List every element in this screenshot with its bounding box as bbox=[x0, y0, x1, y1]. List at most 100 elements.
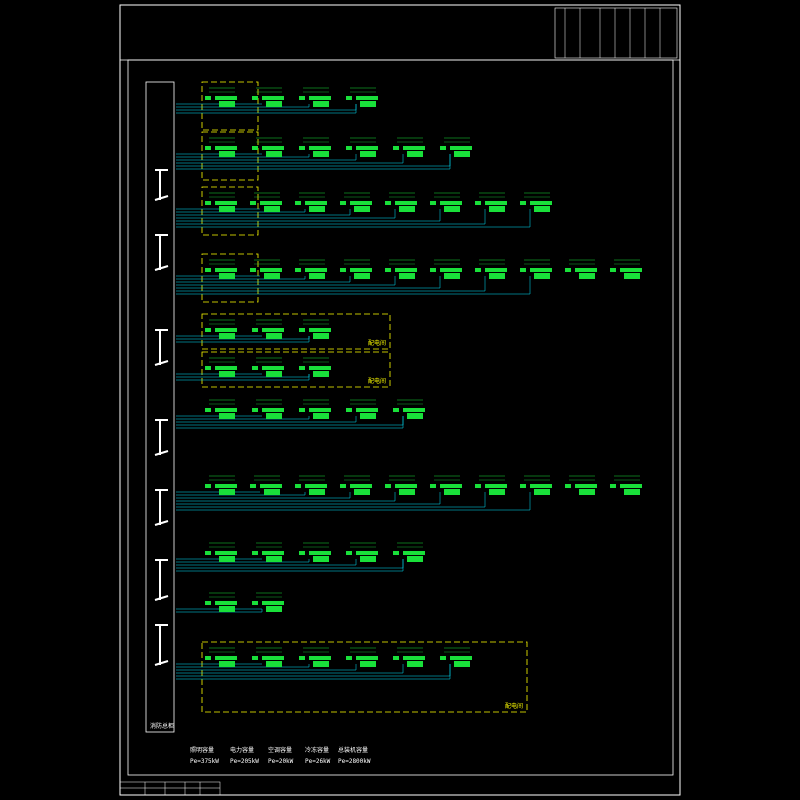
distribution-box[interactable] bbox=[393, 647, 425, 667]
distribution-box[interactable] bbox=[340, 475, 372, 495]
distribution-box[interactable] bbox=[340, 192, 372, 212]
distribution-box[interactable] bbox=[299, 399, 331, 419]
section-1 bbox=[176, 81, 378, 131]
panel-symbol bbox=[360, 556, 376, 562]
feeder-cable bbox=[176, 104, 310, 108]
distribution-box[interactable] bbox=[299, 87, 331, 107]
panel-symbol bbox=[399, 489, 415, 495]
distribution-box[interactable] bbox=[520, 259, 552, 279]
section-8 bbox=[176, 475, 642, 511]
panel-symbol bbox=[219, 556, 235, 562]
panel-symbol bbox=[454, 151, 470, 157]
distribution-box[interactable] bbox=[295, 475, 327, 495]
distribution-box[interactable] bbox=[385, 192, 417, 212]
panel-symbol bbox=[266, 661, 282, 667]
panel-symbol bbox=[579, 489, 595, 495]
distribution-box[interactable] bbox=[299, 137, 331, 157]
panel-symbol bbox=[313, 413, 329, 419]
bus-glyph bbox=[154, 489, 169, 526]
distribution-box[interactable] bbox=[346, 399, 378, 419]
panel-symbol bbox=[489, 273, 505, 279]
distribution-box[interactable] bbox=[430, 259, 462, 279]
panel-symbol bbox=[219, 606, 235, 612]
distribution-box[interactable] bbox=[299, 357, 331, 377]
distribution-box[interactable] bbox=[295, 259, 327, 279]
distribution-box[interactable] bbox=[393, 137, 425, 157]
summary-name: 电力容量 bbox=[230, 746, 254, 754]
distribution-box[interactable] bbox=[475, 475, 507, 495]
panel-symbol bbox=[444, 489, 460, 495]
panel-symbol bbox=[360, 101, 376, 107]
distribution-box[interactable] bbox=[520, 192, 552, 212]
dashed-group-boundary bbox=[201, 641, 528, 713]
panel-symbol bbox=[354, 489, 370, 495]
panel-symbol bbox=[264, 206, 280, 212]
distribution-box[interactable] bbox=[393, 399, 425, 419]
bus-glyph bbox=[154, 419, 169, 456]
panel-symbol bbox=[624, 489, 640, 495]
panel-symbol bbox=[219, 489, 235, 495]
panel-symbol bbox=[399, 273, 415, 279]
panel-symbol bbox=[534, 273, 550, 279]
capacity-summary: 照明容量 Pe=375kW 电力容量 Pe=205kW 空调容量 Pe=20kW 冷冻容量 P… bbox=[190, 746, 371, 765]
summary-name: 冷冻容量 bbox=[305, 746, 329, 754]
summary-value: Pe=205kW bbox=[230, 758, 259, 765]
section-4 bbox=[176, 253, 642, 303]
distribution-box[interactable] bbox=[475, 259, 507, 279]
distribution-box[interactable] bbox=[385, 259, 417, 279]
feeder-cable bbox=[176, 492, 306, 496]
distribution-box[interactable] bbox=[440, 137, 472, 157]
distribution-box[interactable] bbox=[299, 319, 331, 339]
distribution-box[interactable] bbox=[346, 137, 378, 157]
panel-symbol bbox=[407, 151, 423, 157]
panel-symbol bbox=[219, 206, 235, 212]
summary-name: 总装机容量 bbox=[338, 746, 368, 754]
distribution-box[interactable] bbox=[440, 647, 472, 667]
panel-symbol bbox=[534, 489, 550, 495]
feeder-cable bbox=[176, 559, 310, 563]
distribution-box[interactable] bbox=[346, 542, 378, 562]
bus-column-glyphs bbox=[154, 169, 169, 666]
distribution-box[interactable] bbox=[610, 475, 642, 495]
distribution-box[interactable] bbox=[565, 259, 597, 279]
section-5: 配电间 bbox=[176, 313, 391, 350]
panel-symbol bbox=[534, 206, 550, 212]
bus-glyph bbox=[154, 329, 169, 366]
distribution-box[interactable] bbox=[295, 192, 327, 212]
distribution-box[interactable] bbox=[299, 647, 331, 667]
summary-name: 空调容量 bbox=[268, 746, 292, 754]
panel-symbol bbox=[407, 661, 423, 667]
bottom-strip bbox=[119, 781, 221, 796]
panel-symbol bbox=[266, 151, 282, 157]
summary-value: Pe=2800kW bbox=[338, 758, 371, 765]
electrical-riser-diagram: 配电间配电间配电间 消防总柜 照明容量Pe=375kW电力容量Pe=205kW空… bbox=[119, 4, 681, 796]
section-7 bbox=[176, 399, 425, 429]
feeder-cable bbox=[176, 209, 306, 213]
bus-glyph bbox=[154, 559, 169, 601]
panel-symbol bbox=[219, 333, 235, 339]
distribution-box[interactable] bbox=[299, 542, 331, 562]
panel-symbol bbox=[354, 273, 370, 279]
bus-glyph bbox=[154, 624, 169, 666]
distribution-box[interactable] bbox=[565, 475, 597, 495]
distribution-box[interactable] bbox=[340, 259, 372, 279]
panel-symbol bbox=[266, 606, 282, 612]
panel-symbol bbox=[399, 206, 415, 212]
panel-symbol bbox=[444, 273, 460, 279]
feeder-cable bbox=[176, 336, 310, 340]
panel-symbol bbox=[266, 333, 282, 339]
distribution-box[interactable] bbox=[430, 192, 462, 212]
distribution-box[interactable] bbox=[346, 87, 378, 107]
distribution-box[interactable] bbox=[393, 542, 425, 562]
panel-symbol bbox=[313, 151, 329, 157]
panel-symbol bbox=[454, 661, 470, 667]
group-label: 配电间 bbox=[368, 377, 386, 385]
distribution-box[interactable] bbox=[385, 475, 417, 495]
distribution-box[interactable] bbox=[430, 475, 462, 495]
distribution-box[interactable] bbox=[475, 192, 507, 212]
panel-symbol bbox=[309, 273, 325, 279]
inner-frame bbox=[127, 59, 674, 776]
distribution-box[interactable] bbox=[610, 259, 642, 279]
distribution-box[interactable] bbox=[520, 475, 552, 495]
distribution-box[interactable] bbox=[346, 647, 378, 667]
